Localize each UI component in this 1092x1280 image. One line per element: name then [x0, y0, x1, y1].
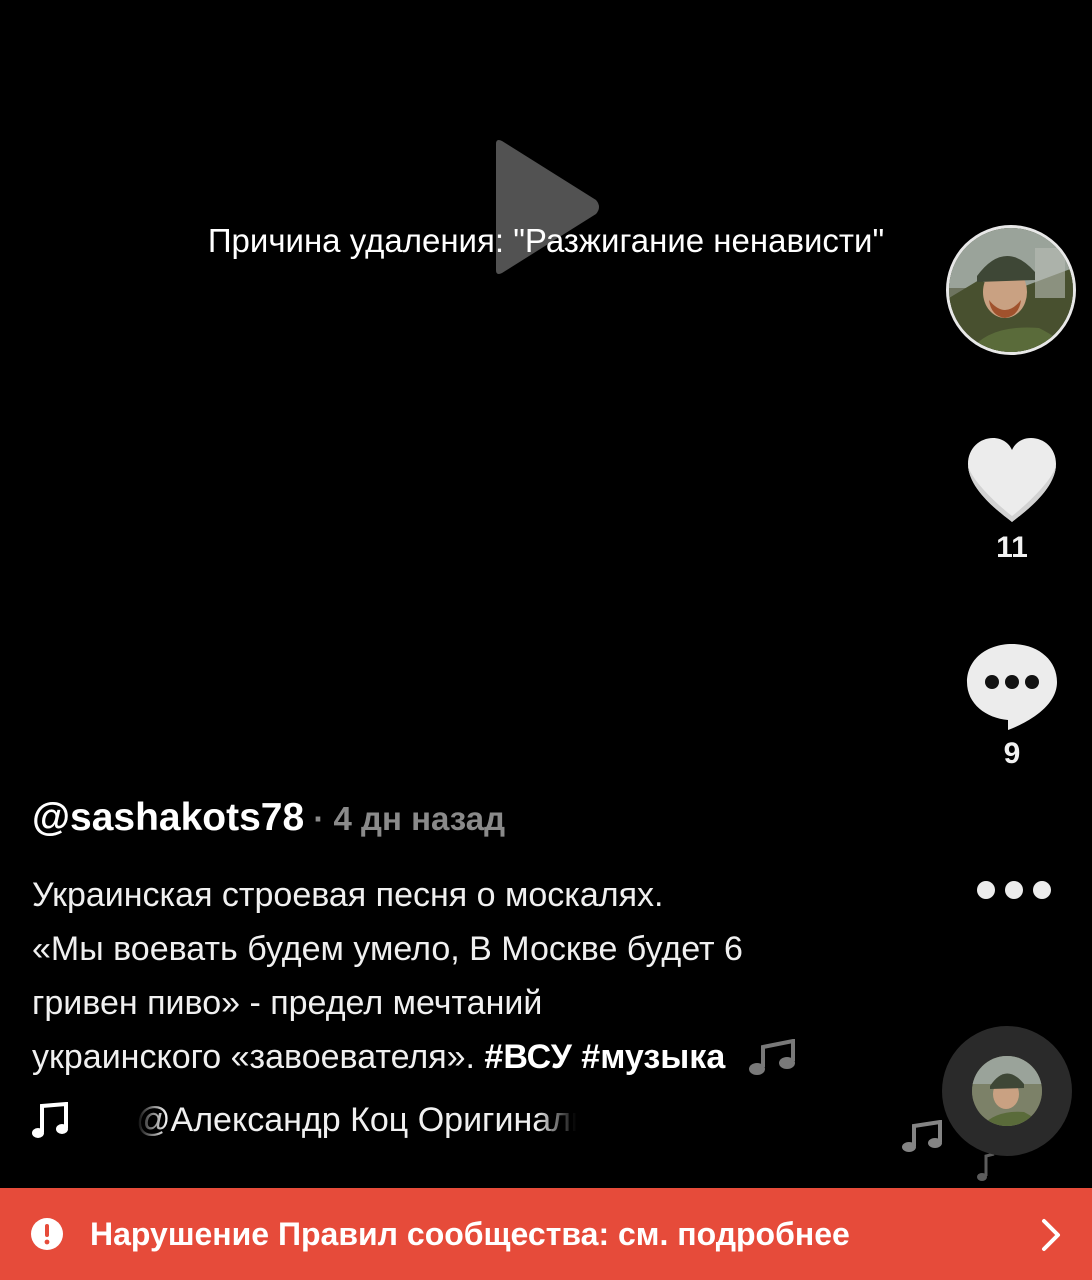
comment-count: 9: [1003, 737, 1021, 770]
comment-button[interactable]: 9: [952, 640, 1072, 771]
caption-line-last: украинского «завоевателя». #ВСУ #музыка: [32, 1030, 932, 1084]
caption-hashtags[interactable]: #ВСУ #музыка: [484, 1038, 725, 1076]
heart-icon: [968, 438, 1056, 522]
music-disc-cover: [972, 1056, 1042, 1126]
author-username[interactable]: @sashakots78: [32, 796, 304, 839]
author-avatar[interactable]: [946, 225, 1076, 355]
alert-circle-icon: [31, 1218, 63, 1250]
like-count: 11: [996, 531, 1028, 564]
caption-line: Украинская строевая песня о москалях.: [32, 876, 664, 914]
removal-reason-text: Причина удаления: "Разжигание ненависти": [207, 222, 885, 259]
music-disc[interactable]: [942, 1026, 1072, 1156]
music-notes-icon: [749, 1039, 796, 1076]
caption-line-text: украинского «завоевателя».: [32, 1038, 485, 1076]
music-track-name: @Александр Коц Оригинальный звук: [136, 1101, 592, 1139]
more-dots-icon[interactable]: [972, 872, 1056, 908]
music-track[interactable]: @Александр Коц Оригинальный звук: [32, 1098, 592, 1148]
floating-music-note-icon: [977, 1152, 995, 1181]
caption-line: гривен пиво» - предел мечтаний: [32, 984, 543, 1022]
like-button[interactable]: 11: [952, 436, 1072, 565]
post-caption: Украинская строевая песня о москалях. «М…: [32, 868, 932, 1084]
post-time: 4 дн назад: [333, 800, 506, 837]
floating-music-note-icon: [902, 1120, 942, 1152]
meta-separator: ·: [304, 800, 334, 837]
comment-bubble-icon: [967, 644, 1057, 730]
community-violation-banner[interactable]: Нарушение Правил сообщества: см. подробн…: [0, 1188, 1092, 1280]
chevron-right-icon: [1042, 1219, 1060, 1251]
music-note-icon: [32, 1102, 68, 1138]
caption-line: «Мы воевать будем умело, В Москве будет …: [32, 930, 743, 968]
violation-banner-text: Нарушение Правил сообщества: см. подробн…: [90, 1215, 850, 1252]
video-player[interactable]: Причина удаления: "Разжигание ненависти"…: [0, 0, 1092, 1188]
post-meta: @sashakots78 · 4 дн назад: [32, 796, 505, 840]
